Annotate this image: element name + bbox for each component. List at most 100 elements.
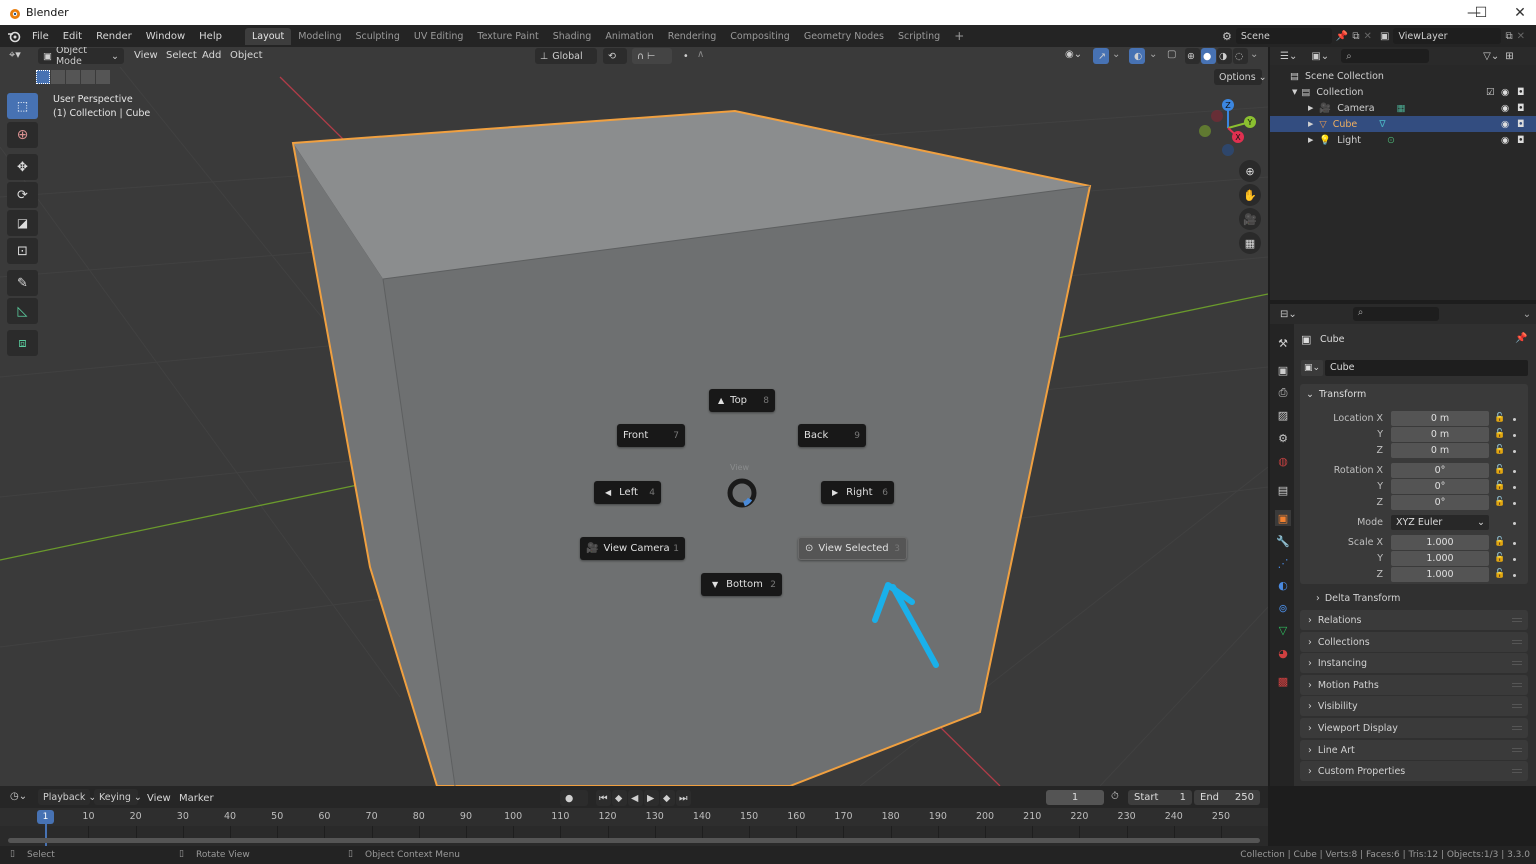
particles-tab[interactable]: ⋰ [1275, 555, 1291, 571]
playhead-frame-label[interactable]: 1 [37, 810, 54, 824]
gizmo-toggle[interactable]: ↗ [1093, 48, 1109, 64]
tab-texture-paint[interactable]: Texture Paint [470, 28, 545, 45]
drag-handle-icon[interactable] [1512, 661, 1522, 665]
visibility-eye-icon[interactable]: ◉ [1501, 119, 1509, 130]
lock-location-y-icon[interactable]: 🔓 [1494, 429, 1505, 439]
snap-toggle[interactable]: ∩ ⊢ [632, 48, 672, 64]
timeline-menu-marker[interactable]: Marker [172, 793, 221, 804]
line-art-panel[interactable]: › Line Art [1300, 740, 1528, 760]
keyframe-dot[interactable] [1513, 558, 1516, 561]
viewport-display-panel[interactable]: › Viewport Display [1300, 718, 1528, 738]
duplicate-view-layer-icon[interactable]: ⧉ [1505, 31, 1512, 42]
physics-tab[interactable]: ◐ [1275, 577, 1291, 593]
menu-render[interactable]: Render [89, 31, 139, 42]
view-layer-field[interactable]: ViewLayer [1393, 28, 1502, 44]
keyframe-dot[interactable] [1513, 434, 1516, 437]
add-cube-tool[interactable]: ⧈ [7, 330, 38, 356]
visibility-eye-icon[interactable]: ◉ [1501, 135, 1509, 146]
render-camera-icon[interactable]: ◘ [1517, 135, 1525, 146]
tab-scripting[interactable]: Scripting [891, 28, 947, 45]
outliner-editor-type-icon[interactable]: ☰⌄ [1280, 51, 1297, 62]
tab-animation[interactable]: Animation [598, 28, 660, 45]
world-tab[interactable]: ◍ [1275, 453, 1291, 469]
collection-tab[interactable]: ▤ [1275, 482, 1291, 498]
lock-location-x-icon[interactable]: 🔓 [1494, 413, 1505, 423]
texture-tab[interactable]: ▩ [1275, 673, 1291, 689]
scale-y-field[interactable]: 1.000 [1391, 551, 1489, 566]
output-tab[interactable]: ⎙ [1275, 385, 1291, 401]
select-subtract-button[interactable] [66, 70, 80, 84]
motion-paths-panel[interactable]: › Motion Paths [1300, 675, 1528, 695]
keyframe-dot[interactable] [1513, 574, 1516, 577]
mode-dropdown[interactable]: ▣ Object Mode ⌄ [38, 47, 124, 67]
keyframe-dot[interactable] [1513, 542, 1516, 545]
expand-icon[interactable]: ▼ [1292, 88, 1297, 96]
menu-help[interactable]: Help [192, 31, 229, 42]
properties-options-dropdown[interactable]: ⌄ [1523, 309, 1531, 320]
relations-panel[interactable]: › Relations [1300, 610, 1528, 630]
pan-view-button[interactable]: ✋ [1239, 184, 1261, 206]
location-y-field[interactable]: 0 m [1391, 427, 1489, 442]
start-frame-field[interactable]: Start 1 [1128, 790, 1192, 805]
pie-view-selected-button[interactable]: ⊙ View Selected 3 [798, 537, 907, 560]
rotation-z-field[interactable]: 0° [1391, 495, 1489, 510]
delete-scene-icon[interactable]: ✕ [1363, 31, 1371, 42]
tab-layout[interactable]: Layout [244, 27, 292, 45]
camera-view-button[interactable]: 🎥 [1239, 208, 1261, 230]
material-shading-button[interactable]: ◑ [1217, 48, 1232, 64]
menu-file[interactable]: File [25, 31, 56, 42]
proportional-edit-toggle[interactable]: • [678, 48, 692, 64]
view-layer-icon[interactable]: ▣ [1380, 31, 1389, 42]
exclude-checkbox[interactable]: ☑ [1486, 87, 1495, 98]
drag-handle-icon[interactable] [1512, 748, 1522, 752]
rotation-x-field[interactable]: 0° [1391, 463, 1489, 478]
render-camera-icon[interactable]: ◘ [1517, 87, 1525, 98]
modifier-tab[interactable]: 🔧 [1275, 533, 1291, 549]
location-z-field[interactable]: 0 m [1391, 443, 1489, 458]
pie-right-button[interactable]: ▶ Right 6 [821, 481, 894, 504]
pivot-point-dropdown[interactable]: ⟲ [603, 48, 627, 64]
scale-tool[interactable]: ◪ [7, 210, 38, 236]
rotate-tool[interactable]: ⟳ [7, 182, 38, 208]
tab-geometry-nodes[interactable]: Geometry Nodes [797, 28, 891, 45]
play-button[interactable]: ▶ [644, 790, 659, 806]
rotation-y-field[interactable]: 0° [1391, 479, 1489, 494]
drag-handle-icon[interactable] [1512, 683, 1522, 687]
tab-uv-editing[interactable]: UV Editing [407, 28, 471, 45]
lock-scale-z-icon[interactable]: 🔓 [1494, 569, 1505, 579]
overlay-toggle[interactable]: ◐ [1129, 48, 1145, 64]
select-extend-button[interactable] [51, 70, 65, 84]
keying-menu[interactable]: Keying ⌄ [94, 789, 142, 805]
material-tab[interactable]: ◕ [1275, 645, 1291, 661]
visibility-eye-icon[interactable]: ◉ [1501, 103, 1509, 114]
collections-panel[interactable]: › Collections [1300, 632, 1528, 652]
menu-edit[interactable]: Edit [56, 31, 89, 42]
tab-modeling[interactable]: Modeling [291, 28, 348, 45]
outliner-search-input[interactable]: ⌕ [1341, 49, 1430, 63]
visibility-panel[interactable]: › Visibility [1300, 696, 1528, 716]
wireframe-shading-button[interactable]: ⊕ [1185, 48, 1200, 64]
visibility-eye-icon[interactable]: ◉ [1501, 87, 1509, 98]
keyframe-dot[interactable] [1513, 470, 1516, 473]
zoom-view-button[interactable]: ⊕ [1239, 160, 1261, 182]
instancing-panel[interactable]: › Instancing [1300, 653, 1528, 673]
current-frame-field[interactable]: 1 [1046, 790, 1104, 805]
lock-rotation-z-icon[interactable]: 🔓 [1494, 497, 1505, 507]
perspective-toggle-button[interactable]: ▦ [1239, 232, 1261, 254]
render-tab[interactable]: ▣ [1275, 362, 1291, 378]
lock-rotation-x-icon[interactable]: 🔓 [1494, 465, 1505, 475]
pie-front-button[interactable]: Front 7 [617, 424, 685, 447]
constraints-tab[interactable]: ⊚ [1275, 600, 1291, 616]
lock-rotation-y-icon[interactable]: 🔓 [1494, 481, 1505, 491]
drag-handle-icon[interactable] [1512, 640, 1522, 644]
view-layer-tab[interactable]: ▨ [1275, 407, 1291, 423]
lock-scale-y-icon[interactable]: 🔓 [1494, 553, 1505, 563]
select-new-button[interactable] [36, 70, 50, 84]
add-workspace-button[interactable]: + [947, 26, 971, 46]
stopwatch-icon[interactable]: ⏱ [1111, 791, 1119, 802]
rendered-shading-button[interactable]: ◌ [1233, 48, 1248, 64]
jump-start-button[interactable]: ⏮ [596, 790, 611, 806]
viewport-menu-object[interactable]: Object [223, 50, 270, 61]
custom-properties-panel[interactable]: › Custom Properties [1300, 761, 1528, 781]
annotate-tool[interactable]: ✎ [7, 270, 38, 296]
